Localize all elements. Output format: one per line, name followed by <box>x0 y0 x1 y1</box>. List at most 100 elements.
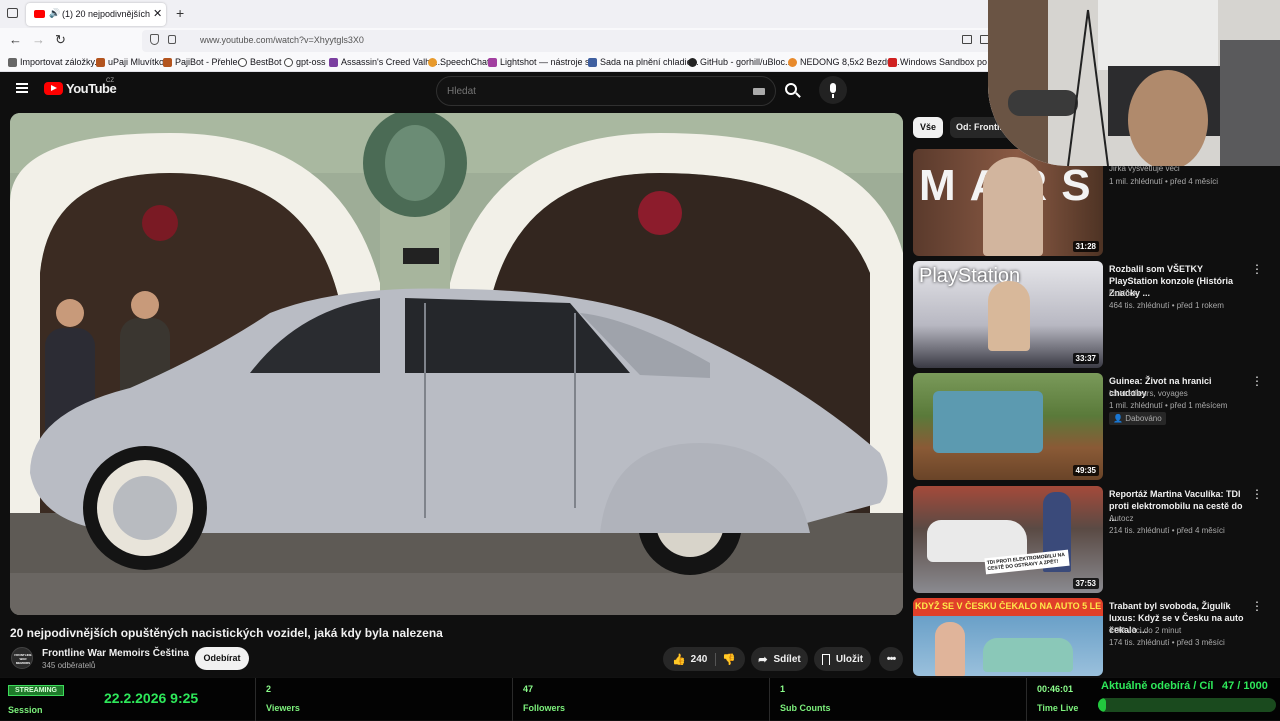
shield-icon[interactable] <box>150 34 159 45</box>
bookmark-item[interactable]: SpeechChat <box>428 57 490 67</box>
tab-overview-icon[interactable] <box>7 8 18 18</box>
recommendation-item[interactable]: 49:35 Guinea: Život na hranici chudoby I… <box>913 373 1273 481</box>
save-button[interactable]: Uložit <box>814 647 871 671</box>
filter-chip-all[interactable]: Vše <box>913 117 943 138</box>
bookmark-item[interactable]: GitHub - gorhill/uBloc... <box>688 57 793 67</box>
video-player[interactable] <box>10 113 903 615</box>
more-vert-icon[interactable]: ⋮ <box>1251 375 1263 387</box>
dislike-button[interactable]: 👎 <box>722 653 736 666</box>
like-button[interactable]: 👍 240 <box>671 652 717 666</box>
bookmark-item[interactable]: NEDONG 8,5x2 Bezdu... <box>788 57 900 67</box>
thumbnail-person <box>988 281 1030 351</box>
time-live-value: 00:46:01 <box>1037 684 1074 694</box>
recommendation-item[interactable]: KDYŽ SE V ČESKU ČEKALO NA AUTO 5 LET Tra… <box>913 598 1273 676</box>
session-label: Session <box>8 705 43 715</box>
more-vert-icon[interactable]: ⋮ <box>1251 488 1263 500</box>
video-duration: 33:37 <box>1072 353 1099 364</box>
followers-count: 47 <box>523 684 534 694</box>
menu-icon[interactable] <box>16 83 28 93</box>
video-duration: 49:35 <box>1072 465 1099 476</box>
recommendation-item[interactable]: TDI PROTI ELEKTROMOBILU NA CESTĚ DO OSTR… <box>913 486 1273 594</box>
search-input[interactable] <box>447 83 737 99</box>
thumbnail-person <box>983 157 1043 256</box>
thumbnail-car <box>983 638 1073 672</box>
subscribe-button[interactable]: Odebírat <box>195 647 249 670</box>
bookmark-item[interactable]: Assassin's Creed Valha... <box>329 57 443 67</box>
like-dislike-group: 👍 240 👎 <box>663 647 745 671</box>
viewers-section: 2 Viewers <box>255 678 512 721</box>
region-code: CZ <box>106 78 114 84</box>
video-frame-car <box>10 113 903 615</box>
webcam-scene <box>988 0 1280 166</box>
subcounts-label: Sub Counts <box>780 703 831 713</box>
video-thumbnail[interactable]: TDI PROTI ELEKTROMOBILU NA CESTĚ DO OSTR… <box>913 486 1103 593</box>
recommendation-item[interactable]: PlayStation 33:37 Rozbalil som VŠETKY Pl… <box>913 261 1273 369</box>
like-count: 240 <box>690 653 708 665</box>
subcounts-section: 1 Sub Counts <box>769 678 1026 721</box>
url-text[interactable]: www.youtube.com/watch?v=Xhyytgls3X0 <box>200 35 364 45</box>
video-duration: 31:28 <box>1072 241 1099 252</box>
channel-name: Duklock <box>1109 289 1138 298</box>
youtube-play-icon <box>44 82 63 95</box>
keyboard-icon[interactable] <box>753 88 765 95</box>
pen-icon <box>488 57 497 67</box>
bookmark-item[interactable]: Lightshot — nástroje s... <box>488 57 597 67</box>
url-bar[interactable]: www.youtube.com/watch?v=Xhyytgls3X0 <box>142 30 1002 52</box>
forward-icon[interactable]: → <box>32 32 45 47</box>
new-tab-icon[interactable]: + <box>176 5 184 21</box>
bookmark-favicon-icon <box>788 57 797 67</box>
bookmark-item[interactable]: Windows Sandbox po ... <box>888 57 997 67</box>
channel-name: Ici et ailleurs, voyages <box>1109 389 1188 398</box>
channel-avatar[interactable]: FRONTLINE WAR MEMOIRS <box>11 647 33 669</box>
channel-name[interactable]: Frontline War Memoirs Čeština <box>42 648 189 659</box>
share-icon: ➦ <box>758 653 768 666</box>
viewers-label: Viewers <box>266 703 300 713</box>
thumbs-up-icon: 👍 <box>671 653 686 666</box>
stream-stats-bar: STREAMING Session 22.2.2026 9:25 2 Viewe… <box>0 677 1280 721</box>
goal-progress-track <box>1098 698 1276 712</box>
picture-in-picture-icon[interactable] <box>962 35 972 44</box>
lock-icon[interactable] <box>168 35 176 44</box>
bookmark-item[interactable]: uPaji Mluvítko <box>96 57 164 67</box>
thumbnail-text: KDYŽ SE V ČESKU ČEKALO NA AUTO 5 LET <box>915 601 1101 611</box>
viewers-count: 2 <box>266 684 272 694</box>
channel-name: Autocz <box>1109 514 1134 523</box>
thumbnail-person <box>935 622 965 676</box>
bookmark-item[interactable]: gpt-oss <box>284 57 326 67</box>
search-box <box>436 76 801 106</box>
browser-tab-active[interactable]: 🔊 (1) 20 nejpodivnějších opušt ✕ <box>26 3 166 26</box>
more-vert-icon[interactable]: ⋮ <box>1251 263 1263 275</box>
video-thumbnail[interactable]: KDYŽ SE V ČESKU ČEKALO NA AUTO 5 LET <box>913 598 1103 676</box>
time-live-section: 00:46:01 Time Live <box>1026 678 1096 721</box>
subscriber-goal: Aktuálně odebírá / Cíl 47 / 1000 <box>1098 678 1278 721</box>
reload-icon[interactable]: ↻ <box>55 32 66 48</box>
goal-value: 47 / 1000 <box>1222 680 1268 692</box>
bookmark-item[interactable]: PajiBot - Přehled <box>163 57 243 67</box>
audio-playing-icon[interactable]: 🔊 <box>49 8 60 19</box>
video-duration: 37:53 <box>1072 578 1099 589</box>
streaming-status-badge: STREAMING <box>8 685 64 696</box>
bookmark-favicon-icon <box>888 57 897 67</box>
bookmark-favicon-icon <box>329 57 338 67</box>
voice-search-button[interactable] <box>819 76 847 104</box>
followers-label: Followers <box>523 703 566 713</box>
subcounts-count: 1 <box>780 684 786 694</box>
bookmark-item[interactable]: Sada na plnění chladic... <box>588 57 699 67</box>
tab-title: (1) 20 nejpodivnějších opušt <box>62 9 150 19</box>
bookmark-favicon-icon <box>96 57 105 67</box>
video-thumbnail[interactable]: PlayStation 33:37 <box>913 261 1103 368</box>
more-vert-icon[interactable]: ⋮ <box>1251 600 1263 612</box>
youtube-favicon-icon <box>34 10 45 18</box>
video-thumbnail[interactable]: 49:35 <box>913 373 1103 480</box>
bookmark-item[interactable]: Importovat záložky... <box>8 57 102 67</box>
globe-icon <box>238 57 247 67</box>
share-button[interactable]: ➦ Sdílet <box>751 647 808 671</box>
view-stats: 1 mil. zhlédnutí • před 1 měsícem <box>1109 401 1228 410</box>
more-actions-button[interactable]: ••• <box>879 647 903 671</box>
bookmark-item[interactable]: BestBot <box>238 57 282 67</box>
tab-close-icon[interactable]: ✕ <box>153 7 162 20</box>
back-icon[interactable]: ← <box>9 32 22 47</box>
time-live-label: Time Live <box>1037 703 1079 713</box>
webcam-overlay <box>988 0 1280 166</box>
share-label: Sdílet <box>773 653 801 665</box>
